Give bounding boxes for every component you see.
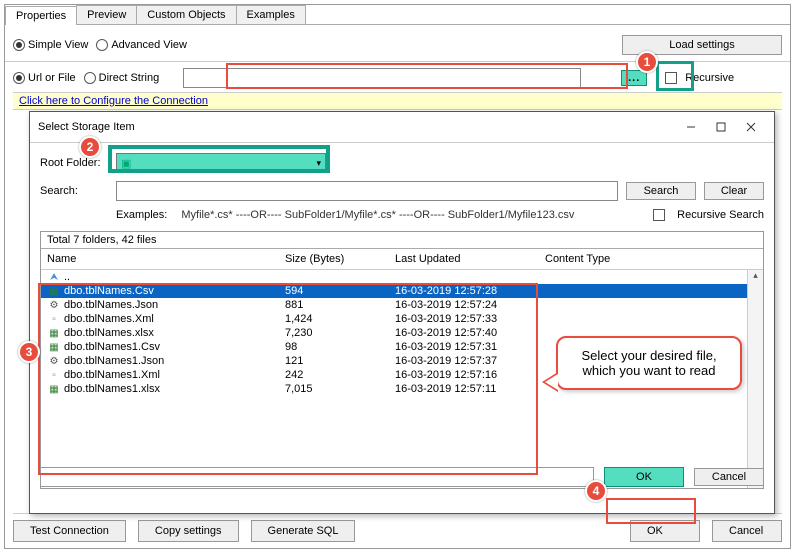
table-row[interactable]: ⮝.. — [41, 270, 763, 284]
total-label: Total 7 folders, 42 files — [47, 234, 156, 246]
minimize-button[interactable] — [676, 116, 706, 138]
search-input[interactable] — [116, 181, 618, 201]
configure-connection-link[interactable]: Click here to Configure the Connection — [19, 95, 208, 107]
recursive-search-checkbox[interactable] — [653, 209, 665, 221]
generate-sql-button[interactable]: Generate SQL — [251, 520, 356, 542]
url-file-input[interactable] — [183, 68, 581, 88]
selected-file-box[interactable] — [40, 467, 594, 487]
root-folder-combo[interactable]: ▣ ▾ — [116, 153, 326, 173]
badge-3: 3 — [18, 341, 40, 363]
examples-text: Myfile*.cs* ----OR---- SubFolder1/Myfile… — [181, 209, 574, 221]
badge-1: 1 — [636, 51, 658, 73]
tab-bar: Properties Preview Custom Objects Exampl… — [5, 5, 790, 25]
column-headers[interactable]: Name Size (Bytes) Last Updated Content T… — [41, 249, 763, 270]
outer-ok-button[interactable]: OK — [630, 520, 700, 542]
outer-cancel-button[interactable]: Cancel — [712, 520, 782, 542]
chevron-down-icon: ▾ — [316, 158, 321, 169]
radio-direct-string[interactable]: Direct String — [84, 72, 160, 84]
tab-preview[interactable]: Preview — [76, 5, 137, 24]
badge-4: 4 — [585, 480, 607, 502]
dialog-ok-button[interactable]: OK — [604, 467, 684, 487]
radio-url-or-file[interactable]: Url or File — [13, 72, 76, 84]
table-row[interactable]: ▫dbo.tblNames.Xml1,42416-03-2019 12:57:3… — [41, 312, 763, 326]
radio-advanced-view[interactable]: Advanced View — [96, 39, 187, 51]
search-label: Search: — [40, 185, 108, 197]
select-storage-dialog: Select Storage Item Root Folder: ▣ ▾ Sea… — [29, 111, 775, 514]
recursive-label: Recursive — [685, 72, 734, 84]
recursive-search-label: Recursive Search — [677, 209, 764, 221]
callout: Select your desired file, which you want… — [556, 336, 742, 390]
bucket-icon: ▣ — [121, 157, 131, 170]
root-folder-label: Root Folder: — [40, 157, 108, 169]
table-row[interactable]: ▦dbo.tblNames.Csv59416-03-2019 12:57:28 — [41, 284, 763, 298]
examples-label: Examples: — [116, 209, 167, 221]
close-button[interactable] — [736, 116, 766, 138]
radio-simple-view[interactable]: Simple View — [13, 39, 88, 51]
badge-2: 2 — [79, 136, 101, 158]
recursive-checkbox[interactable] — [665, 72, 677, 84]
clear-button[interactable]: Clear — [704, 182, 764, 200]
dialog-cancel-button[interactable]: Cancel — [694, 468, 764, 486]
test-connection-button[interactable]: Test Connection — [13, 520, 126, 542]
tab-custom-objects[interactable]: Custom Objects — [136, 5, 236, 24]
copy-settings-button[interactable]: Copy settings — [138, 520, 239, 542]
tab-examples[interactable]: Examples — [236, 5, 306, 24]
dialog-title: Select Storage Item — [38, 121, 135, 133]
maximize-button[interactable] — [706, 116, 736, 138]
search-button[interactable]: Search — [626, 182, 696, 200]
table-row[interactable]: ⚙dbo.tblNames.Json88116-03-2019 12:57:24 — [41, 298, 763, 312]
tab-properties[interactable]: Properties — [5, 6, 77, 25]
scrollbar[interactable]: ▴ — [747, 270, 763, 488]
